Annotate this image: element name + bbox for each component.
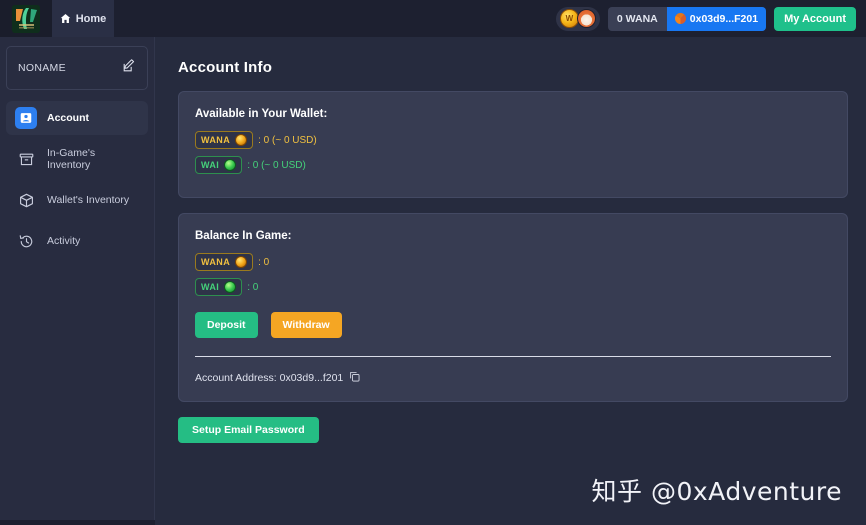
setup-email-password-button[interactable]: Setup Email Password bbox=[178, 417, 319, 443]
tab-home-label: Home bbox=[75, 12, 107, 25]
logo-cell[interactable] bbox=[0, 0, 52, 37]
edit-pencil-square-icon[interactable] bbox=[122, 58, 136, 78]
wallet-address-label: 0x03d9...F201 bbox=[689, 12, 759, 25]
token-chip-wana: WANA bbox=[195, 131, 254, 149]
sidebar-bottom-strip bbox=[0, 520, 155, 525]
wallet-token-row-wana: WANA : 0 (~ 0 USD) bbox=[195, 131, 831, 149]
token-name: WAI bbox=[201, 282, 220, 292]
account-address-label: Account Address: 0x03d9...f201 bbox=[195, 372, 344, 384]
sidebar-item-wallet-inventory[interactable]: Wallet's Inventory bbox=[6, 183, 148, 217]
person-card-icon bbox=[15, 107, 37, 129]
sidebar-item-label: Account bbox=[47, 112, 89, 124]
clock-history-icon bbox=[15, 230, 37, 252]
profile-name-label: NONAME bbox=[18, 62, 66, 74]
main-content: Account Info Available in Your Wallet: W… bbox=[156, 37, 866, 525]
wallet-balance-amount[interactable]: 0 WANA bbox=[608, 7, 667, 31]
green-coin-icon bbox=[224, 159, 237, 171]
game-card-heading: Balance In Game: bbox=[195, 230, 292, 242]
sidebar-item-account[interactable]: Account bbox=[6, 101, 148, 135]
token-chip-wana: WANA bbox=[195, 253, 254, 271]
metamask-fox-icon bbox=[674, 13, 686, 24]
avatar-group[interactable]: W bbox=[555, 6, 600, 31]
sidebar: NONAME Account In-Game's Inventory Walle… bbox=[0, 37, 155, 525]
balance-in-game-card: Balance In Game: WANA : 0 WAI : 0 Deposi… bbox=[178, 213, 848, 402]
top-bar: Home W 0 WANA 0x03d9...F201 My Account bbox=[0, 0, 866, 37]
wallet-token-row-wai: WAI : 0 (~ 0 USD) bbox=[195, 156, 831, 174]
token-value: : 0 bbox=[258, 256, 270, 268]
cube-box-icon bbox=[15, 189, 37, 211]
wanaka-leaf-logo-icon bbox=[12, 4, 40, 33]
wallet-address-badge[interactable]: 0x03d9...F201 bbox=[666, 6, 767, 31]
tab-home[interactable]: Home bbox=[52, 0, 114, 37]
token-value: : 0 bbox=[247, 281, 259, 293]
topbar-right-group: W 0 WANA 0x03d9...F201 My Account bbox=[555, 0, 866, 37]
gold-coin-icon bbox=[235, 134, 248, 146]
token-value: : 0 (~ 0 USD) bbox=[247, 159, 306, 171]
copy-icon[interactable] bbox=[349, 371, 360, 385]
wallet-balance-group: 0 WANA 0x03d9...F201 bbox=[607, 6, 767, 31]
sidebar-item-label: In-Game's Inventory bbox=[47, 147, 96, 171]
fox-avatar-icon bbox=[576, 9, 596, 28]
sidebar-item-activity[interactable]: Activity bbox=[6, 224, 148, 258]
token-value: : 0 (~ 0 USD) bbox=[258, 134, 317, 146]
gold-coin-icon bbox=[235, 256, 248, 268]
token-name: WAI bbox=[201, 160, 220, 170]
home-icon bbox=[60, 13, 71, 24]
profile-name-box[interactable]: NONAME bbox=[6, 46, 148, 90]
deposit-button[interactable]: Deposit bbox=[195, 312, 258, 338]
card-divider bbox=[195, 356, 831, 357]
wallet-card-heading: Available in Your Wallet: bbox=[195, 108, 328, 120]
page-title: Account Info bbox=[178, 59, 273, 76]
game-token-row-wai: WAI : 0 bbox=[195, 278, 831, 296]
game-token-row-wana: WANA : 0 bbox=[195, 253, 831, 271]
withdraw-button[interactable]: Withdraw bbox=[270, 312, 342, 338]
my-account-button[interactable]: My Account bbox=[774, 6, 856, 31]
sidebar-item-label: Wallet's Inventory bbox=[47, 194, 130, 206]
sidebar-item-label: Activity bbox=[47, 235, 81, 247]
green-coin-icon bbox=[224, 281, 237, 293]
token-chip-wai: WAI bbox=[195, 278, 243, 296]
balance-action-buttons: Deposit Withdraw bbox=[195, 312, 831, 338]
token-name: WANA bbox=[201, 257, 231, 267]
account-address-line: Account Address: 0x03d9...f201 bbox=[195, 371, 831, 385]
token-name: WANA bbox=[201, 135, 231, 145]
archive-box-icon bbox=[15, 148, 37, 170]
token-chip-wai: WAI bbox=[195, 156, 243, 174]
sidebar-item-in-game-inventory[interactable]: In-Game's Inventory bbox=[6, 142, 148, 176]
available-in-wallet-card: Available in Your Wallet: WANA : 0 (~ 0 … bbox=[178, 91, 848, 198]
